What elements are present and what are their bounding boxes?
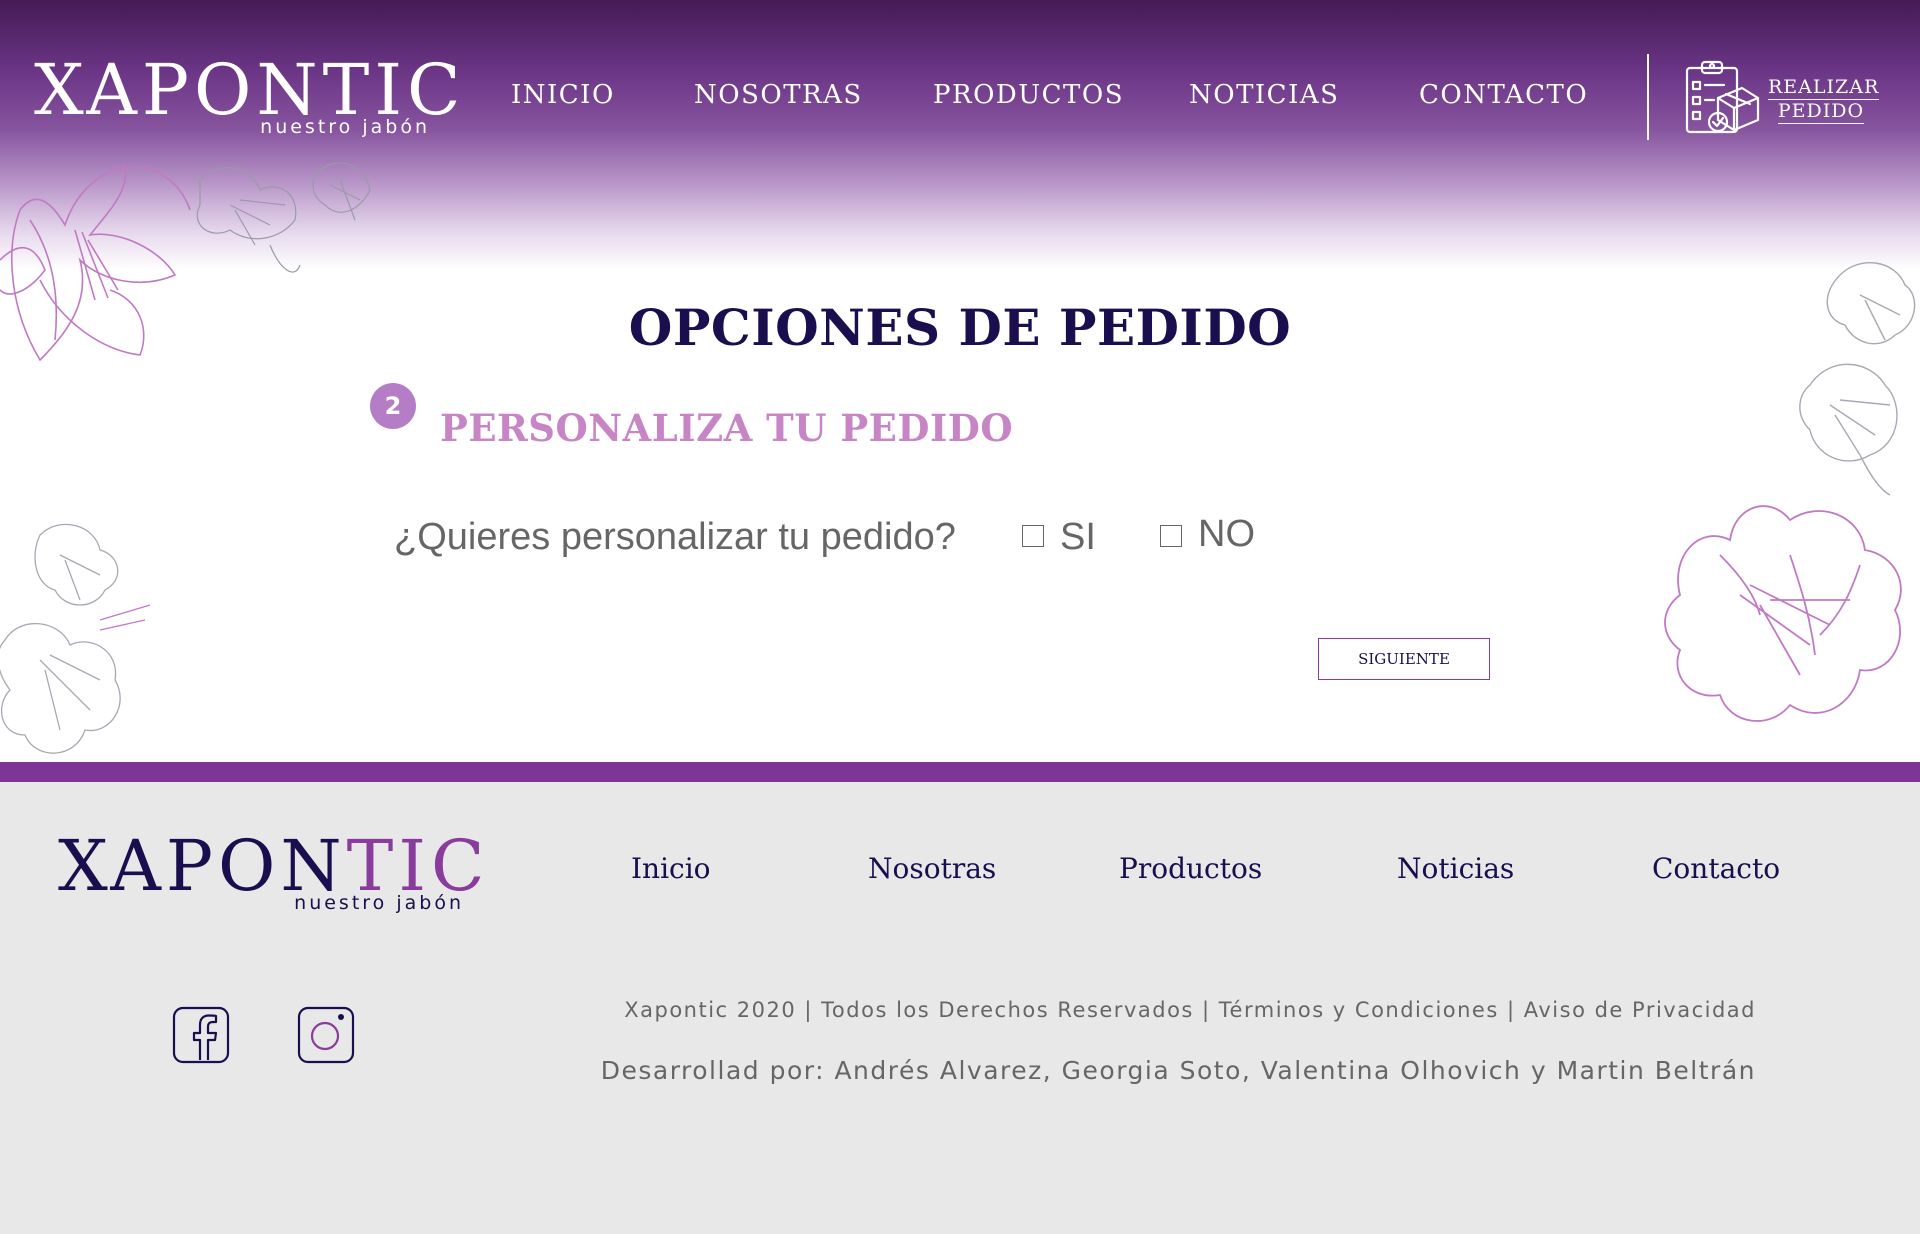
legal-line: Xapontic 2020 | Todos los Derechos Reser… [0, 998, 1756, 1022]
site-footer: XAPONTIC nuestro jabón Inicio Nosotras P… [0, 782, 1920, 1234]
nav-productos[interactable]: PRODUCTOS [933, 80, 1124, 110]
nav-noticias[interactable]: NOTICIAS [1189, 80, 1339, 110]
step-number-badge: 2 [370, 383, 416, 429]
legal-separator: | [1498, 998, 1524, 1022]
order-label-line1: REALIZAR [1768, 76, 1880, 100]
option-si[interactable]: SI [1022, 516, 1102, 560]
nav-nosotras[interactable]: NOSOTRAS [694, 80, 863, 110]
nav-contacto[interactable]: CONTACTO [1419, 80, 1588, 110]
clipboard-checklist-box-icon[interactable] [1684, 58, 1760, 136]
order-label-line2: PEDIDO [1777, 100, 1865, 124]
credits-text: Desarrollad por: Andrés Alvarez, Georgia… [600, 1056, 1756, 1085]
footer-nav-contacto[interactable]: Contacto [1652, 852, 1780, 885]
nav-divider [1647, 54, 1649, 140]
legal-separator: | [796, 998, 822, 1022]
footer-logo[interactable]: XAPONTIC nuestro jabón [58, 828, 485, 918]
step-title: PERSONALIZA TU PEDIDO [440, 406, 1014, 450]
option-no[interactable]: NO [1160, 513, 1260, 557]
option-si-label: SI [1060, 516, 1096, 558]
legal-separator: | [1193, 998, 1219, 1022]
option-si-checkbox[interactable] [1022, 525, 1044, 547]
next-button[interactable]: SIGUIENTE [1318, 638, 1490, 680]
header-logo[interactable]: XAPONTIC nuestro jabón [34, 52, 461, 148]
flower-decoration-bottom-left [0, 523, 151, 754]
footer-nav-nosotras[interactable]: Nosotras [868, 852, 996, 885]
footer-nav-productos[interactable]: Productos [1119, 852, 1262, 885]
option-no-label: NO [1198, 513, 1255, 555]
realizar-pedido-link[interactable]: REALIZAR PEDIDO [1768, 76, 1880, 124]
footer-divider-bar [0, 762, 1920, 782]
terms-link[interactable]: Términos y Condiciones [1219, 998, 1499, 1022]
page-title: OPCIONES DE PEDIDO [628, 298, 1292, 357]
rights-text: Todos los Derechos Reservados [821, 998, 1194, 1022]
footer-nav-inicio[interactable]: Inicio [631, 852, 711, 885]
option-no-checkbox[interactable] [1160, 525, 1182, 547]
nav-inicio[interactable]: INICIO [511, 80, 615, 110]
personalize-question: ¿Quieres personalizar tu pedido? [394, 516, 956, 558]
logo-tagline: nuestro jabón [260, 116, 430, 138]
copyright-text: Xapontic 2020 [624, 998, 797, 1022]
footer-nav-noticias[interactable]: Noticias [1397, 852, 1514, 885]
privacy-link[interactable]: Aviso de Privacidad [1524, 998, 1756, 1022]
footer-logo-tagline: nuestro jabón [294, 892, 464, 914]
